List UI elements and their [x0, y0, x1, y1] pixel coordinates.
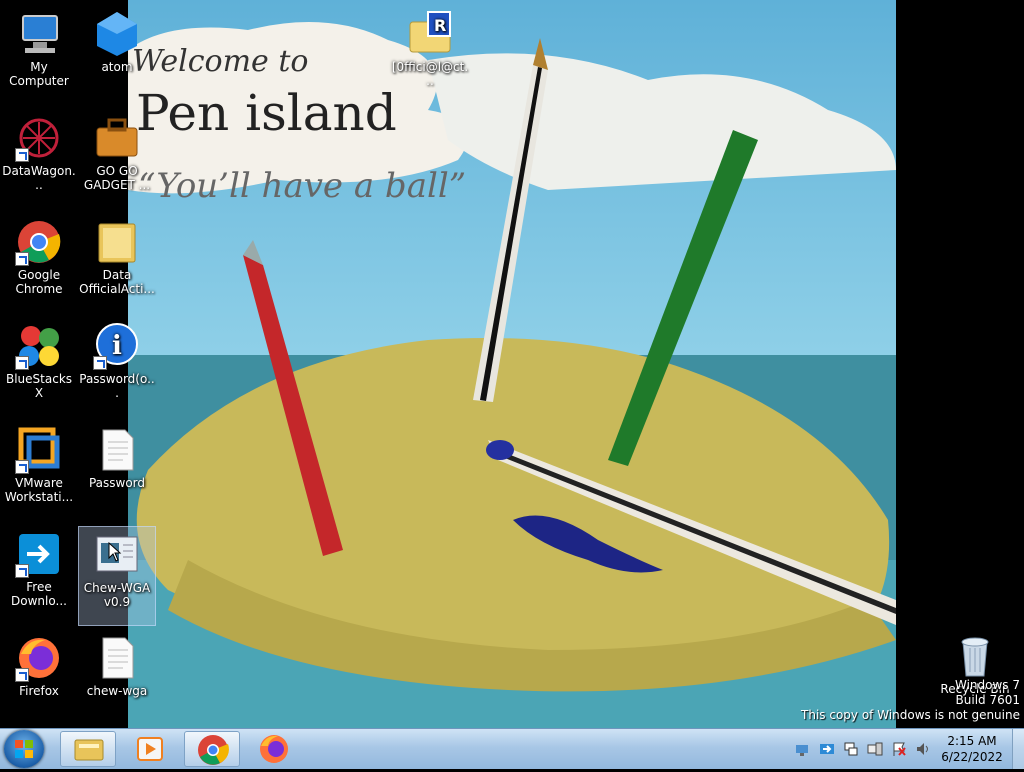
- clock-time: 2:15 AM: [947, 734, 997, 748]
- desktop-icon-google-chrome[interactable]: Google Chrome: [0, 214, 78, 314]
- watermark-genuine-notice: This copy of Windows is not genuine: [801, 708, 1020, 722]
- desktop-icon-my-computer[interactable]: My Computer: [0, 6, 78, 106]
- taskbar-firefox[interactable]: [246, 731, 302, 767]
- text-file-icon: [93, 634, 141, 682]
- shortcut-arrow-icon: [15, 148, 29, 162]
- desktop-icon-password-info[interactable]: i Password(o...: [78, 318, 156, 418]
- shortcut-arrow-icon: [93, 356, 107, 370]
- desktop-icon-datawagon[interactable]: DataWagon...: [0, 110, 78, 210]
- desktop-icon-winrar-archive[interactable]: R [0ffici@l@ct...: [390, 6, 470, 106]
- folder-icon: [93, 218, 141, 266]
- tray-flag-icon[interactable]: [891, 741, 907, 757]
- info-icon: i: [93, 322, 141, 370]
- datawagon-icon: [15, 114, 63, 162]
- desktop-wallpaper: Welcome to Pen island “You’ll have a bal…: [128, 0, 896, 728]
- desktop-icon-data-officialacti[interactable]: Data OfficialActi...: [78, 214, 156, 314]
- desktop-icon-free-download-manager[interactable]: Free Downlo...: [0, 526, 78, 626]
- tray-device-icon[interactable]: [867, 741, 883, 757]
- show-desktop-button[interactable]: [1012, 729, 1024, 769]
- wallpaper-text-3: “You’ll have a ball”: [138, 166, 467, 206]
- taskbar-media-player[interactable]: [122, 731, 178, 767]
- svg-text:i: i: [112, 331, 122, 361]
- shortcut-arrow-icon: [15, 252, 29, 266]
- tray-network-icon[interactable]: [794, 741, 810, 757]
- bluestacks-icon: [15, 322, 63, 370]
- windows-logo-icon: [15, 740, 33, 758]
- shortcut-arrow-icon: [15, 460, 29, 474]
- firefox-icon: [260, 735, 288, 763]
- desktop-icon-vmware-workstation[interactable]: VMware Workstati...: [0, 422, 78, 522]
- media-player-icon: [137, 737, 163, 761]
- clock-date: 6/22/2022: [941, 750, 1003, 764]
- desktop-icon-chew-wga-file[interactable]: chew-wga: [78, 630, 156, 730]
- svg-text:R: R: [434, 16, 446, 35]
- desktop-icon-bluestacks-x[interactable]: BlueStacks X: [0, 318, 78, 418]
- chrome-icon: [15, 218, 63, 266]
- taskbar-google-chrome[interactable]: [184, 731, 240, 767]
- tray-display-icon[interactable]: [843, 741, 859, 757]
- computer-icon: [15, 10, 63, 58]
- recycle-bin-icon: [951, 632, 999, 680]
- briefcase-icon: [93, 114, 141, 162]
- text-file-icon: [93, 426, 141, 474]
- mouse-cursor-icon: [108, 542, 122, 562]
- firefox-icon: [15, 634, 63, 682]
- wallpaper-text-2: Pen island: [136, 84, 397, 142]
- wallpaper-text-1: Welcome to: [132, 44, 309, 79]
- desktop-icon-atom[interactable]: atom: [78, 6, 156, 106]
- file-explorer-icon: [74, 739, 104, 761]
- taskbar-file-explorer[interactable]: [60, 731, 116, 767]
- watermark-build: Build 7601: [955, 693, 1020, 707]
- atom-icon: [93, 10, 141, 58]
- shortcut-arrow-icon: [15, 668, 29, 682]
- download-manager-icon: [15, 530, 63, 578]
- taskbar-clock[interactable]: 2:15 AM 6/22/2022: [936, 733, 1008, 765]
- shortcut-arrow-icon: [15, 356, 29, 370]
- winrar-folder-icon: R: [406, 10, 454, 58]
- desktop-icon-chew-wga[interactable]: Chew-WGA v0.9: [78, 526, 156, 626]
- tray-volume-icon[interactable]: [915, 741, 931, 757]
- windows-watermark: Windows 7 Build 7601 This copy of Window…: [801, 678, 1020, 723]
- taskbar: 2:15 AM 6/22/2022: [0, 728, 1024, 769]
- watermark-os: Windows 7: [954, 678, 1020, 692]
- tray-action-center-icon[interactable]: [819, 741, 835, 757]
- chrome-icon: [198, 735, 229, 765]
- desktop-icon-firefox[interactable]: Firefox: [0, 630, 78, 730]
- start-button[interactable]: [4, 730, 44, 768]
- desktop-icon-go-go-gadget[interactable]: GO GO GADGET ...: [78, 110, 156, 210]
- shortcut-arrow-icon: [15, 564, 29, 578]
- desktop-icon-password-file[interactable]: Password: [78, 422, 156, 522]
- vmware-icon: [15, 426, 63, 474]
